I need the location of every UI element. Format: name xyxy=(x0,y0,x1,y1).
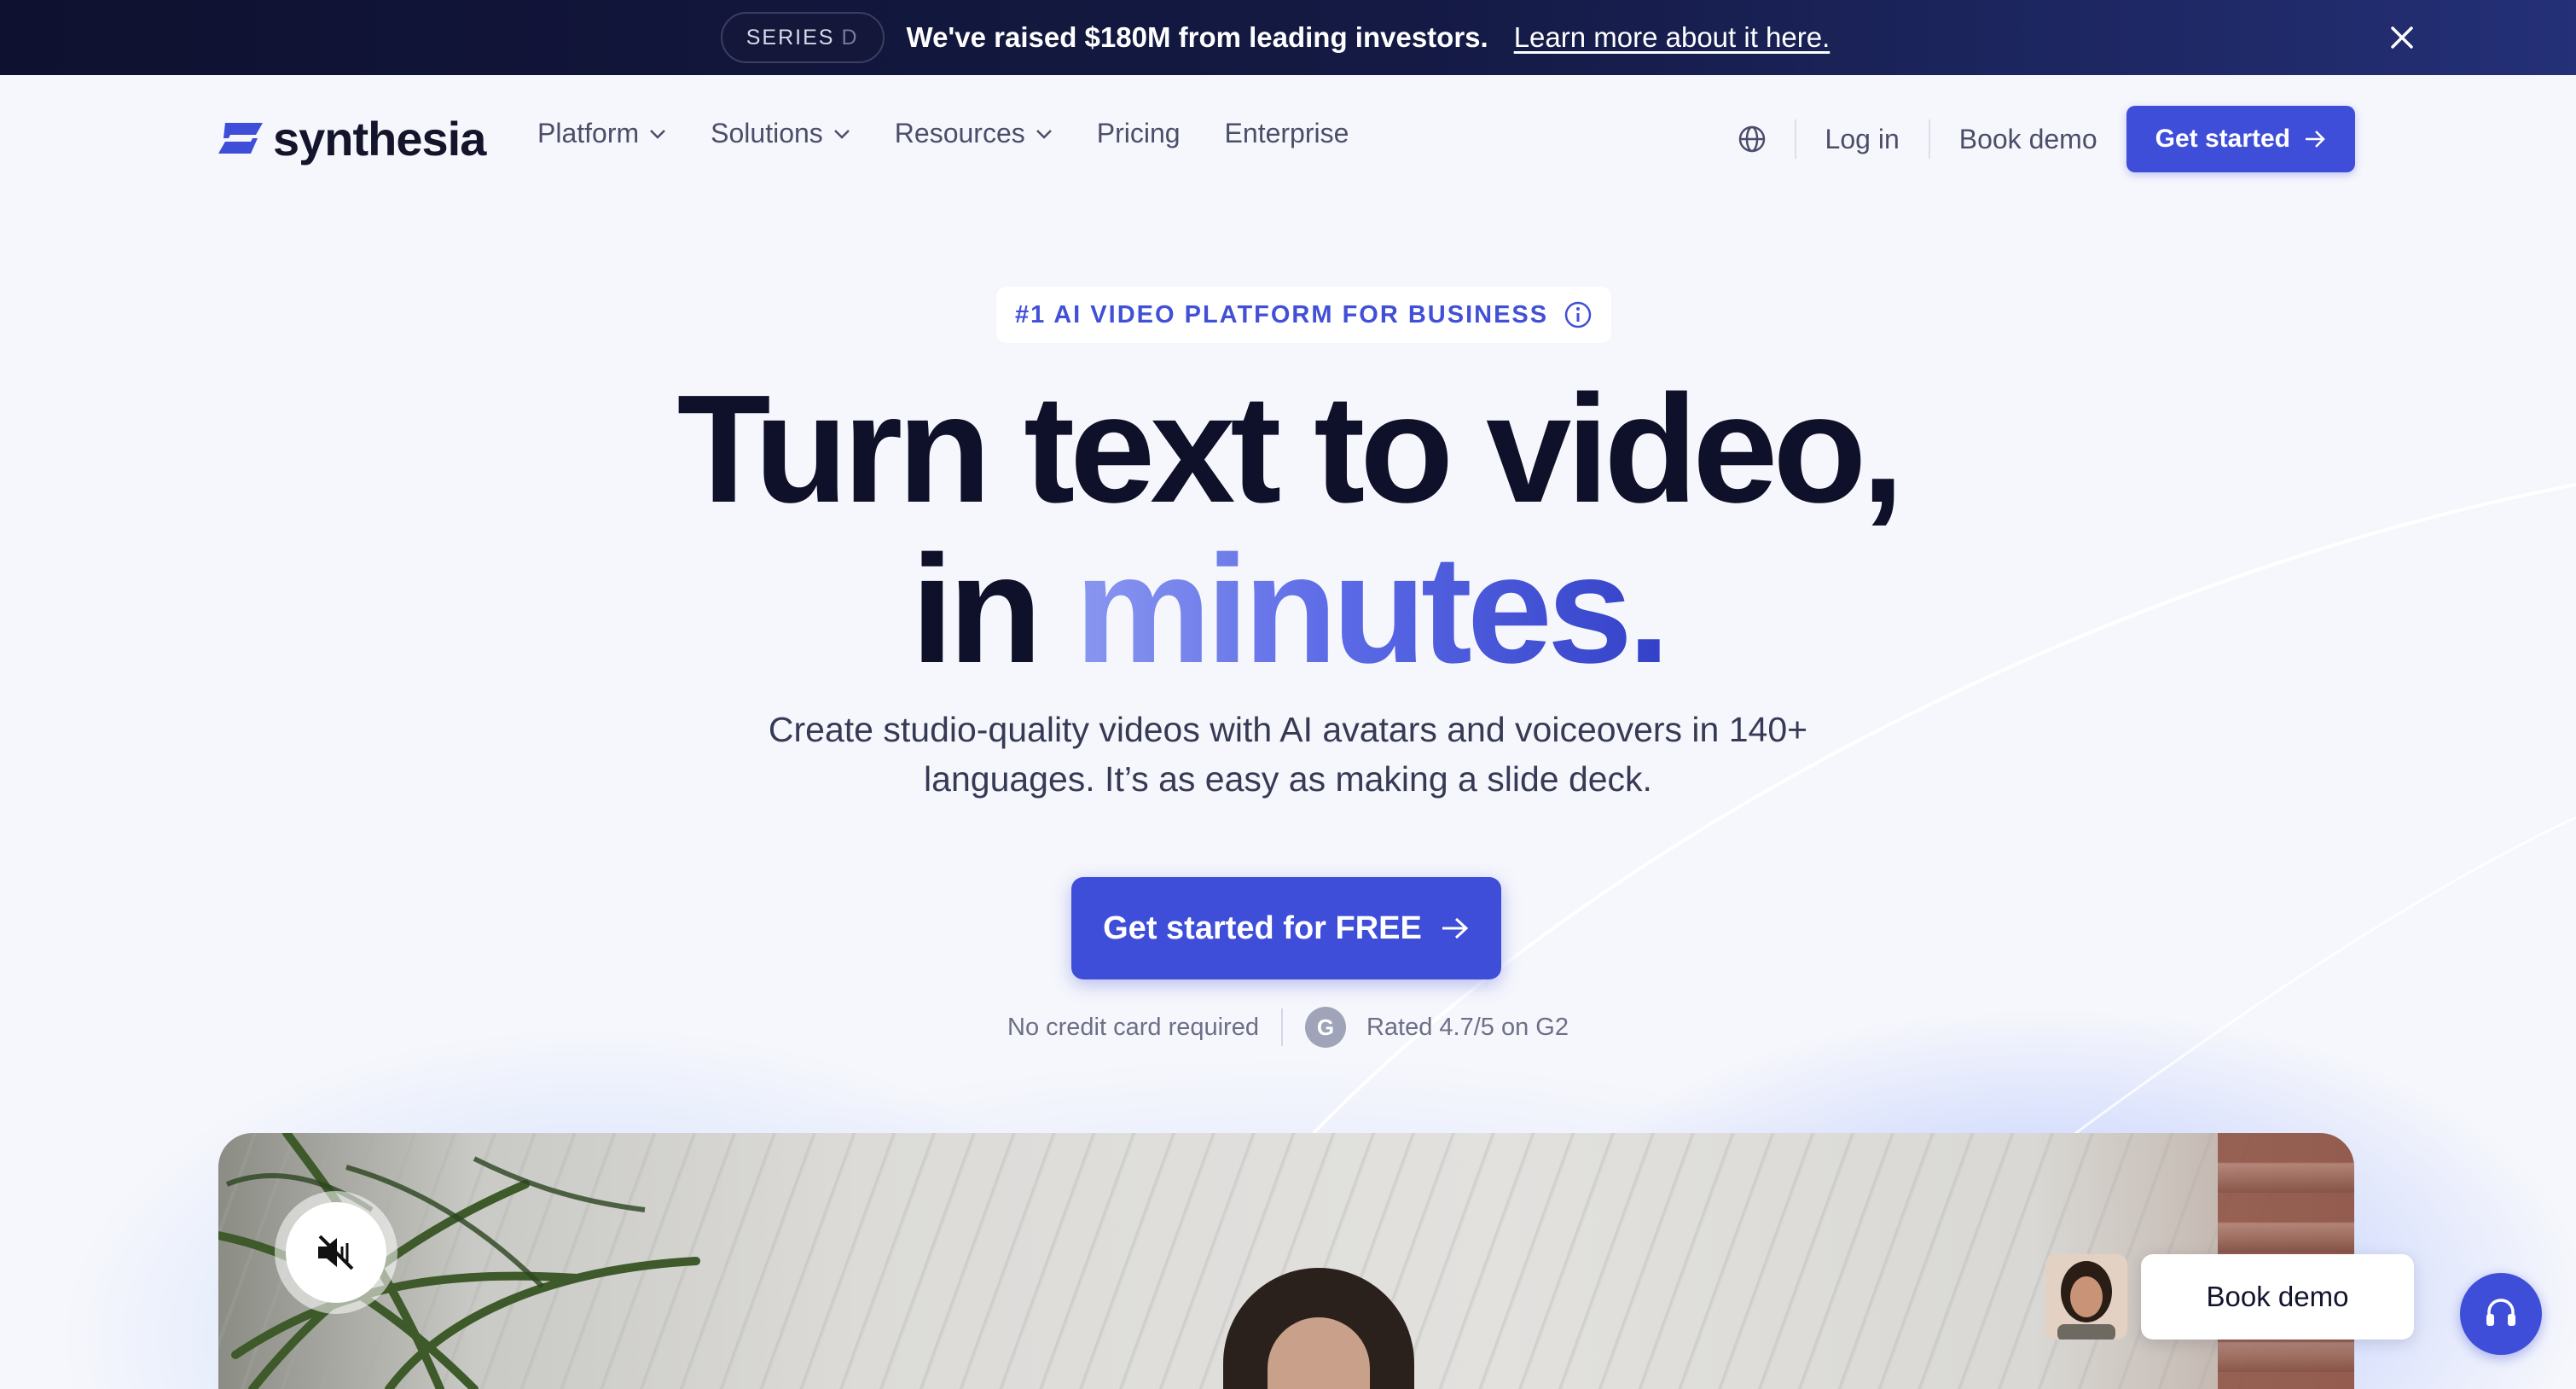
hero-subheadline: Create studio-quality videos with AI ava… xyxy=(0,705,2576,804)
get-started-label: Get started xyxy=(2155,125,2290,153)
chevron-down-icon xyxy=(1036,129,1052,139)
nav-item-label: Resources xyxy=(894,118,1025,148)
announcement-link[interactable]: Learn more about it here. xyxy=(1514,21,1830,54)
series-badge: SERIES D xyxy=(720,12,885,63)
series-badge-label: SERIES xyxy=(746,25,835,49)
support-chat-button[interactable] xyxy=(2460,1273,2542,1355)
announcement-content: SERIES D We've raised $180M from leading… xyxy=(720,12,1830,63)
top-navigation: synthesia Platform Solutions Resources P… xyxy=(0,75,2576,203)
synthesia-logo[interactable]: synthesia xyxy=(217,111,486,166)
trust-divider xyxy=(1280,1008,1283,1046)
trust-row: No credit card required G Rated 4.7/5 on… xyxy=(0,1007,2576,1048)
headline-accent-word: minutes. xyxy=(1074,524,1670,695)
subhead-line1: Create studio-quality videos with AI ava… xyxy=(768,710,1808,749)
chevron-down-icon xyxy=(833,129,850,139)
get-started-free-button[interactable]: Get started for FREE xyxy=(1071,877,1501,979)
nav-item-label: Pricing xyxy=(1096,118,1181,148)
nav-item-solutions[interactable]: Solutions xyxy=(711,118,850,149)
info-icon[interactable] xyxy=(1564,300,1593,329)
language-selector[interactable] xyxy=(1735,122,1769,156)
mute-toggle-inner xyxy=(286,1202,386,1303)
hero-eyebrow-badge: #1 AI VIDEO PLATFORM FOR BUSINESS xyxy=(996,287,1612,343)
logo-mark-icon xyxy=(218,123,263,154)
g2-logo-icon: G xyxy=(1304,1007,1346,1048)
mute-toggle-button[interactable] xyxy=(275,1191,397,1314)
nav-item-label: Platform xyxy=(537,118,640,148)
logo-text: synthesia xyxy=(273,111,486,166)
avatar xyxy=(2045,1254,2127,1340)
book-demo-link[interactable]: Book demo xyxy=(1930,124,2126,155)
subhead-line2: languages. It’s as easy as making a slid… xyxy=(924,759,1652,799)
cta-label: Get started for FREE xyxy=(1103,910,1422,946)
globe-icon xyxy=(1738,125,1765,153)
login-link[interactable]: Log in xyxy=(1796,124,1929,155)
headline-plain: in xyxy=(910,524,1075,695)
nav-links: Platform Solutions Resources Pricing Ent… xyxy=(537,118,1393,149)
series-badge-letter: D xyxy=(841,25,859,49)
close-announcement-button[interactable] xyxy=(2380,15,2424,60)
announcement-text: We've raised $180M from leading investor… xyxy=(906,21,1488,53)
speaker-muted-icon xyxy=(318,1235,354,1270)
nav-item-label: Enterprise xyxy=(1224,118,1349,148)
arrow-right-icon xyxy=(2306,131,2325,148)
g2-rating-text: Rated 4.7/5 on G2 xyxy=(1366,1013,1569,1041)
eyebrow-text: #1 AI VIDEO PLATFORM FOR BUSINESS xyxy=(1015,300,1549,328)
arrow-right-icon xyxy=(1442,917,1469,939)
get-started-button[interactable]: Get started xyxy=(2126,106,2355,172)
nav-item-pricing[interactable]: Pricing xyxy=(1097,118,1181,149)
close-icon xyxy=(2391,26,2413,49)
nav-actions: Log in Book demo Get started xyxy=(1735,106,2355,172)
hero-headline-line1: Turn text to video, xyxy=(676,363,1905,535)
announcement-bar: SERIES D We've raised $180M from leading… xyxy=(0,0,2576,75)
headset-icon xyxy=(2486,1299,2515,1326)
chevron-down-icon xyxy=(650,129,666,139)
hero-headline-line2: in minutes. xyxy=(0,529,2576,691)
no-credit-card-text: No credit card required xyxy=(1007,1013,1259,1041)
nav-item-enterprise[interactable]: Enterprise xyxy=(1225,118,1349,149)
demo-avatar-image[interactable] xyxy=(2045,1254,2127,1340)
nav-item-platform[interactable]: Platform xyxy=(537,118,666,149)
hero-video[interactable] xyxy=(218,1133,2354,1389)
nav-item-label: Solutions xyxy=(711,118,823,148)
book-demo-widget[interactable]: Book demo xyxy=(2141,1254,2414,1340)
nav-item-resources[interactable]: Resources xyxy=(895,118,1053,149)
g2-badge-letter: G xyxy=(1316,1014,1335,1040)
